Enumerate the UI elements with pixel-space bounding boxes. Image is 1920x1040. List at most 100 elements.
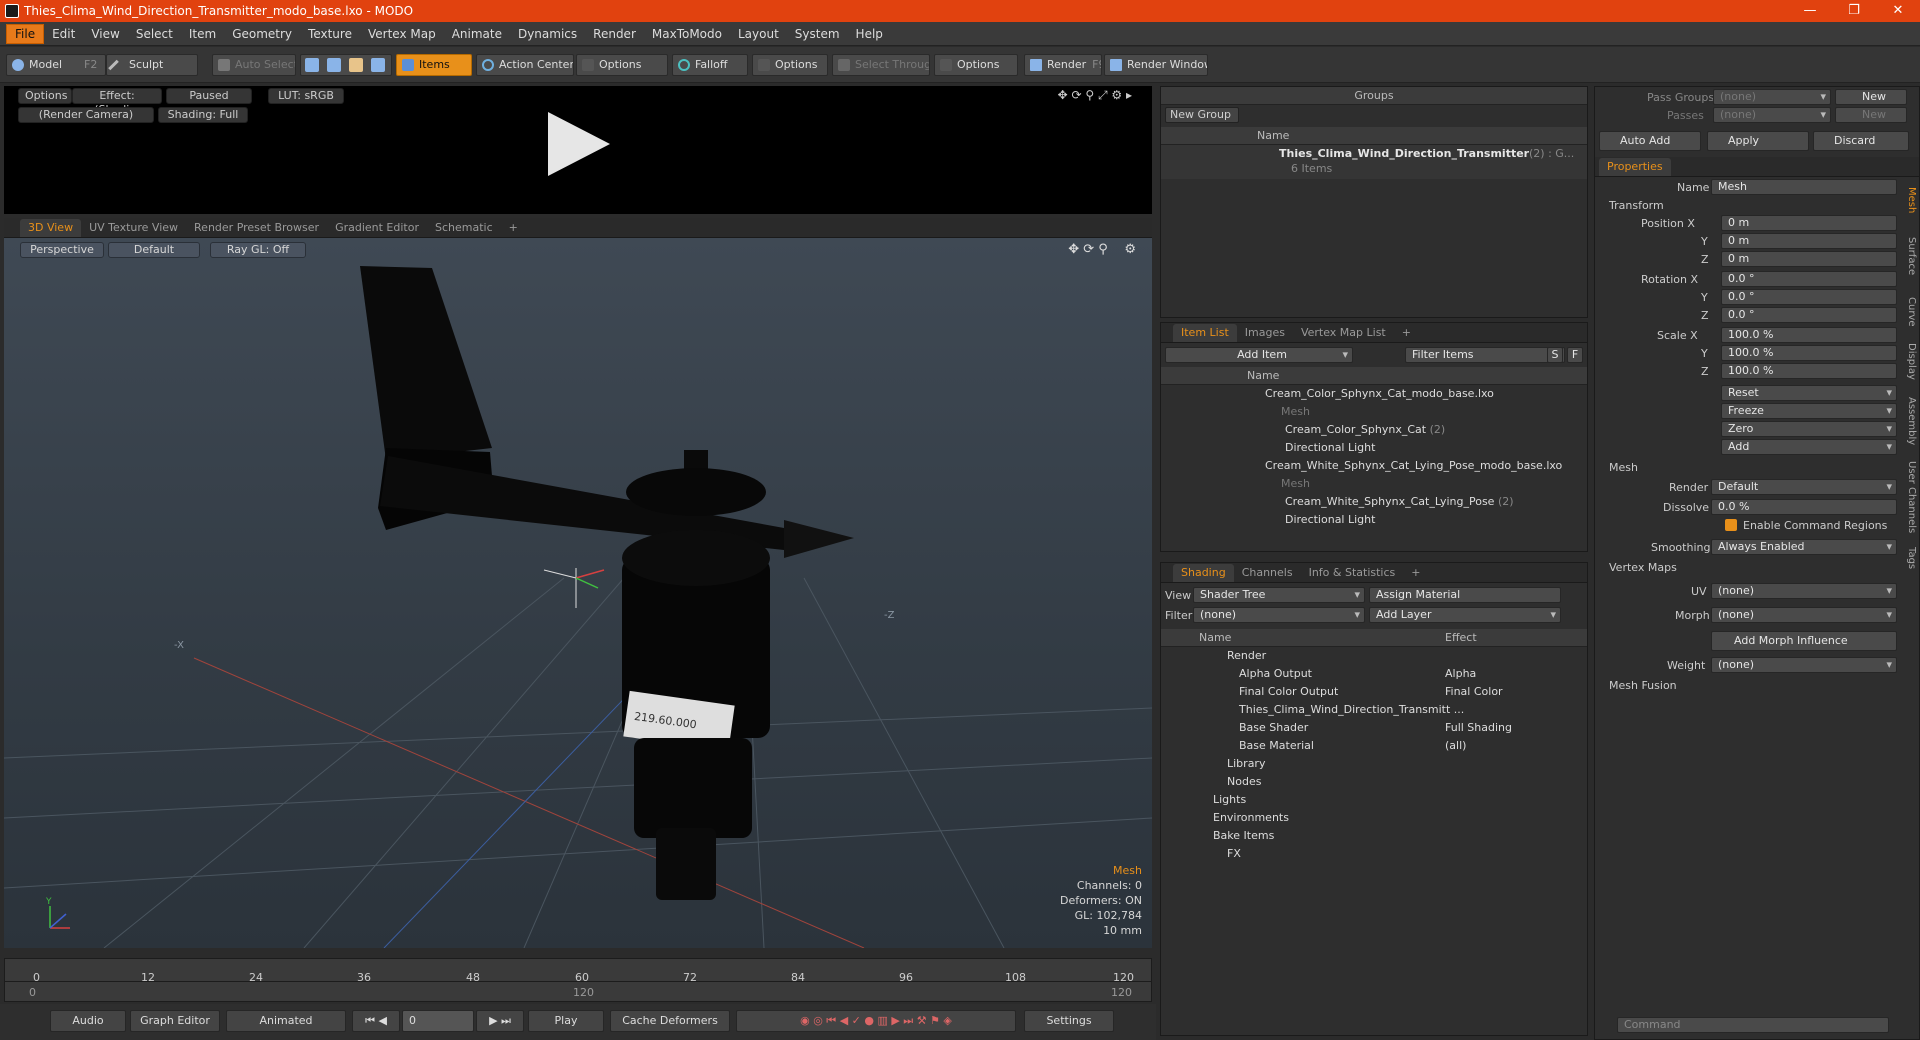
keyframe-tools[interactable]: ◉ ◎ ⏮ ◀ ✓ ● ▥ ▶ ⏭ ⚒ ⚑ ◈ <box>736 1010 1016 1032</box>
item-row-light2[interactable]: Directional Light <box>1161 511 1375 529</box>
menu-texture[interactable]: Texture <box>300 25 360 43</box>
new-group-button[interactable]: New Group <box>1165 107 1239 123</box>
settings-button[interactable]: Settings <box>1024 1010 1114 1032</box>
menu-view[interactable]: View <box>83 25 127 43</box>
graph-editor-button[interactable]: Graph Editor <box>130 1010 220 1032</box>
rotation-y-field[interactable]: 0.0 ° <box>1721 289 1897 305</box>
scale-y-field[interactable]: 100.0 % <box>1721 345 1897 361</box>
auto-add-button[interactable]: Auto Add <box>1599 131 1701 151</box>
dissolve-field[interactable]: 0.0 % <box>1711 499 1897 515</box>
position-x-field[interactable]: 0 m <box>1721 215 1897 231</box>
maximize-button[interactable]: ❐ <box>1832 0 1876 22</box>
preview-nav-icons[interactable]: ✥ ⟳ ⚲ ⤢ ⚙ ▸ <box>1058 88 1132 103</box>
tab-channels[interactable]: Channels <box>1234 564 1301 582</box>
mesh-section[interactable]: Mesh <box>1609 461 1638 474</box>
side-tab-user-channels[interactable]: User Channels <box>1903 461 1917 533</box>
shader-row-library[interactable]: Library <box>1161 755 1571 773</box>
menu-geometry[interactable]: Geometry <box>224 25 300 43</box>
menu-layout[interactable]: Layout <box>730 25 787 43</box>
falloff-options-button[interactable]: Options <box>752 54 828 76</box>
side-tab-assembly[interactable]: Assembly <box>1903 397 1917 445</box>
timeline[interactable]: 0 12 24 36 48 60 72 84 96 108 120 0 120 … <box>4 958 1152 1002</box>
transport-back-buttons[interactable]: ⏮ ◀ <box>352 1010 400 1032</box>
minimize-button[interactable]: — <box>1788 0 1832 22</box>
menu-vertex-map[interactable]: Vertex Map <box>360 25 444 43</box>
lut-dropdown[interactable]: LUT: sRGB <box>268 88 344 104</box>
materials-mode-icon[interactable] <box>371 58 385 72</box>
rotation-x-field[interactable]: 0.0 ° <box>1721 271 1897 287</box>
menu-render[interactable]: Render <box>585 25 644 43</box>
add-morph-influence-button[interactable]: Add Morph Influence <box>1711 631 1897 651</box>
side-tab-display[interactable]: Display <box>1903 343 1917 380</box>
render-window-button[interactable]: Render Window <box>1104 54 1208 76</box>
frame-field[interactable]: 0 <box>402 1010 474 1032</box>
view-dropdown[interactable]: Shader Tree <box>1193 587 1365 603</box>
select-through-button[interactable]: Select Through <box>832 54 930 76</box>
play-preview-icon[interactable] <box>548 112 610 176</box>
item-row-scene2[interactable]: Cream_White_Sphynx_Cat_Lying_Pose_modo_b… <box>1161 457 1562 475</box>
search-f-button[interactable]: F <box>1567 347 1583 363</box>
shading-dropdown[interactable]: Shading: Full <box>158 107 248 123</box>
add-dropdown[interactable]: Add <box>1721 439 1897 455</box>
weight-dropdown[interactable]: (none) <box>1711 657 1897 673</box>
tab-shading[interactable]: Shading <box>1173 564 1234 582</box>
model-mode-button[interactable]: Model F2 <box>6 54 106 76</box>
wind-transmitter-model[interactable]: 219.60.000 <box>360 266 854 900</box>
select-options-button[interactable]: Options <box>934 54 1018 76</box>
tab-render-preset-browser[interactable]: Render Preset Browser <box>186 219 327 237</box>
paused-button[interactable]: Paused <box>166 88 252 104</box>
smoothing-dropdown[interactable]: Always Enabled <box>1711 539 1897 555</box>
reset-dropdown[interactable]: Reset <box>1721 385 1897 401</box>
shader-row-nodes[interactable]: Nodes <box>1161 773 1571 791</box>
shader-row-base-shader[interactable]: Base Shader Full Shading <box>1161 719 1571 737</box>
shader-row-environments[interactable]: Environments <box>1161 809 1571 827</box>
enable-command-regions-checkbox[interactable] <box>1725 519 1737 531</box>
item-row-cat1[interactable]: Cream_Color_Sphynx_Cat (2) <box>1161 421 1445 439</box>
menu-file[interactable]: File <box>6 23 45 44</box>
tab-uv-texture-view[interactable]: UV Texture View <box>81 219 186 237</box>
shader-row-fx[interactable]: FX <box>1161 845 1571 863</box>
command-input[interactable]: Command <box>1617 1017 1889 1033</box>
transport-forward-buttons[interactable]: ▶ ⏭ <box>476 1010 524 1032</box>
item-row-mesh2[interactable]: Mesh <box>1161 475 1310 493</box>
passes-dropdown[interactable]: (none) <box>1713 107 1831 123</box>
3d-viewport[interactable]: Perspective Default Ray GL: Off ✥ ⟳ ⚲ ⚙ … <box>4 238 1152 948</box>
shader-row-material-group[interactable]: Thies_Clima_Wind_Direction_Transmitt ... <box>1161 701 1571 719</box>
polygons-mode-icon[interactable] <box>349 58 363 72</box>
side-tab-curve[interactable]: Curve <box>1903 297 1917 327</box>
menu-maxtomodo[interactable]: MaxToModo <box>644 25 730 43</box>
audio-button[interactable]: Audio <box>50 1010 126 1032</box>
tab-images[interactable]: Images <box>1237 324 1293 342</box>
tab-info-statistics[interactable]: Info & Statistics <box>1301 564 1404 582</box>
preview-options-button[interactable]: Options <box>18 88 72 104</box>
assign-material-button[interactable]: Assign Material <box>1369 587 1561 603</box>
new-pass-button[interactable]: New <box>1835 107 1907 123</box>
scale-x-field[interactable]: 100.0 % <box>1721 327 1897 343</box>
zero-dropdown[interactable]: Zero <box>1721 421 1897 437</box>
action-center-button[interactable]: Action Center <box>476 54 574 76</box>
close-button[interactable]: ✕ <box>1876 0 1920 22</box>
tab-vertex-map-list[interactable]: Vertex Map List <box>1293 324 1394 342</box>
vertices-mode-icon[interactable] <box>305 58 319 72</box>
group-row[interactable]: Thies_Clima_Wind_Direction_Transmitter (… <box>1161 145 1587 179</box>
render-button[interactable]: RenderF9 <box>1024 54 1102 76</box>
effect-dropdown[interactable]: Effect: (Shadi... <box>72 88 162 116</box>
action-center-options-button[interactable]: Options <box>576 54 668 76</box>
rotation-z-field[interactable]: 0.0 ° <box>1721 307 1897 323</box>
freeze-dropdown[interactable]: Freeze <box>1721 403 1897 419</box>
add-tab-button[interactable]: + <box>1403 564 1428 582</box>
tab-gradient-editor[interactable]: Gradient Editor <box>327 219 427 237</box>
side-tab-tags[interactable]: Tags <box>1903 547 1917 569</box>
uv-dropdown[interactable]: (none) <box>1711 583 1897 599</box>
auto-select-button[interactable]: Auto Select <box>212 54 296 76</box>
morph-dropdown[interactable]: (none) <box>1711 607 1897 623</box>
item-row-light1[interactable]: Directional Light <box>1161 439 1375 457</box>
add-layer-dropdown[interactable]: Add Layer <box>1369 607 1561 623</box>
apply-button[interactable]: Apply <box>1707 131 1809 151</box>
side-tab-surface[interactable]: Surface <box>1903 237 1917 275</box>
name-input[interactable]: Mesh <box>1711 179 1897 195</box>
position-y-field[interactable]: 0 m <box>1721 233 1897 249</box>
menu-item[interactable]: Item <box>181 25 224 43</box>
menu-edit[interactable]: Edit <box>44 25 83 43</box>
shader-row-bake-items[interactable]: Bake Items <box>1161 827 1571 845</box>
